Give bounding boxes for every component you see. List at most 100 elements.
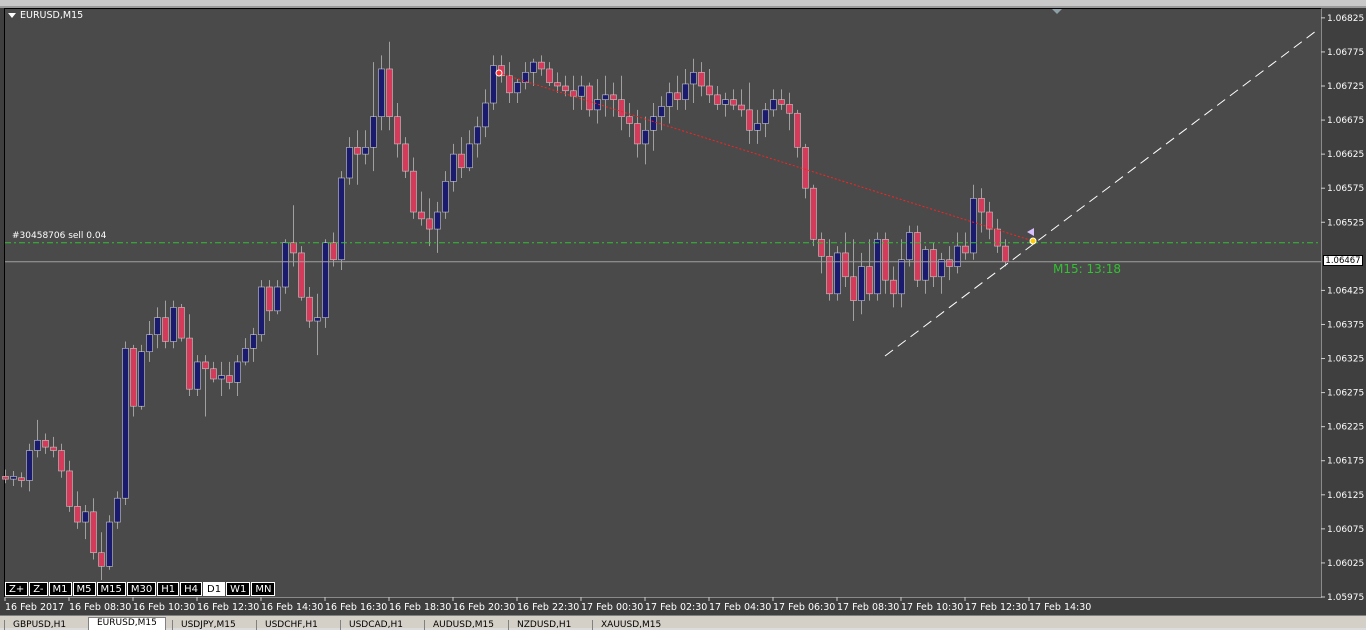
candle-body <box>842 252 849 278</box>
candle <box>154 307 161 349</box>
candlestick-chart[interactable]: 1.06825 1.06775 1.06725 1.06675 1.06625 1.065… <box>0 0 1366 615</box>
chart-window[interactable]: 1.06825 1.06775 1.06725 1.06675 1.06625 1.065… <box>0 0 1366 615</box>
candle-body <box>274 286 281 312</box>
candle-body <box>178 307 185 339</box>
timeframe-button-h1[interactable]: H1 <box>157 582 180 596</box>
candle-body <box>2 476 9 480</box>
timeframe-button-h4[interactable]: H4 <box>180 582 203 596</box>
candle <box>498 55 505 83</box>
candle-body <box>218 375 225 380</box>
timeframe-button-m15[interactable]: M15 <box>96 582 126 596</box>
candle <box>474 116 481 158</box>
order-open-marker[interactable] <box>495 69 503 77</box>
trendline-white[interactable] <box>884 30 1317 357</box>
candle-body <box>682 83 689 100</box>
candle <box>218 361 225 397</box>
candle <box>562 75 569 97</box>
chart-tab[interactable]: USDCAD,H1 <box>340 620 411 630</box>
candle <box>250 327 257 362</box>
candle-body <box>106 521 113 567</box>
candle-body <box>338 177 345 261</box>
candle <box>762 103 769 138</box>
candle-body <box>314 317 321 322</box>
candle <box>394 103 401 158</box>
candle-body <box>874 238 881 295</box>
candle-body <box>922 249 929 281</box>
timeframe-button-mn[interactable]: MN <box>251 582 276 596</box>
order-current-marker[interactable] <box>1029 237 1037 245</box>
timeframe-button-m5[interactable]: M5 <box>72 582 96 596</box>
candle-body <box>434 211 441 230</box>
candle-body <box>442 181 449 213</box>
candle-body <box>754 123 761 131</box>
candle-body <box>34 439 41 451</box>
time-tick-label: 17 Feb 08:30 <box>837 602 899 613</box>
candle <box>618 75 625 131</box>
candle <box>146 321 153 362</box>
candle-body <box>794 112 801 148</box>
timeframe-button-zminus[interactable]: Z- <box>29 582 48 596</box>
candle <box>322 239 329 328</box>
candle-body <box>162 317 169 342</box>
candle-body <box>890 279 897 295</box>
scroll-marker-icon[interactable] <box>1052 9 1062 14</box>
candle-body <box>26 450 33 481</box>
chart-tab[interactable]: GBPUSD,H1 <box>4 620 74 630</box>
candle <box>690 58 697 104</box>
candle <box>794 109 801 158</box>
candle-body <box>450 153 457 182</box>
candle-body <box>618 99 625 117</box>
chart-tab[interactable]: USDCHF,H1 <box>256 620 326 630</box>
candle <box>458 137 465 178</box>
candle <box>866 239 873 301</box>
timeframe-button-m1[interactable]: M1 <box>48 582 72 596</box>
candle-body <box>570 90 577 97</box>
candle <box>178 304 185 342</box>
time-axis: 16 Feb 2017 16 Feb 08:30 16 Feb 10:30 16 Fe… <box>4 597 1091 613</box>
chart-tab[interactable]: XAUUSD,M15 <box>592 620 669 630</box>
trendline-order-history[interactable] <box>498 72 1034 242</box>
candle-body <box>650 116 657 131</box>
price-tick-label: 1.06775 <box>1327 48 1364 58</box>
dropdown-triangle-icon[interactable] <box>8 13 16 18</box>
candle-body <box>146 334 153 353</box>
candle-body <box>282 242 289 288</box>
candle <box>450 143 457 192</box>
time-tick-label: 17 Feb 00:30 <box>581 602 643 613</box>
price-tick-label: 1.05975 <box>1327 593 1364 603</box>
candle <box>850 239 857 322</box>
candle-body <box>994 228 1001 247</box>
candle-body <box>42 439 49 448</box>
candle-body <box>458 153 465 169</box>
candle-body <box>978 198 985 213</box>
candle <box>682 68 689 110</box>
candle-body <box>202 361 209 370</box>
candle-body <box>1002 245 1009 263</box>
candle <box>906 225 913 267</box>
candle <box>298 246 305 301</box>
candle <box>410 157 417 219</box>
chart-tab[interactable]: USDJPY,M15 <box>172 620 244 630</box>
candle <box>914 225 921 287</box>
timeframe-button-m30[interactable]: M30 <box>126 582 157 596</box>
candle-body <box>154 317 161 335</box>
candle-body <box>714 94 721 105</box>
candle <box>266 280 273 322</box>
candle <box>338 171 345 270</box>
chart-tab[interactable]: AUDUSD,M15 <box>424 620 502 630</box>
current-price-label: 1.06467 <box>1323 255 1363 266</box>
candle-body <box>506 75 513 94</box>
candle <box>898 239 905 308</box>
order-label[interactable]: #30458706 sell 0.04 <box>12 231 106 241</box>
candle <box>362 130 369 165</box>
timeframe-button-w1[interactable]: W1 <box>226 582 251 596</box>
timeframe-button-d1[interactable]: D1 <box>203 582 226 596</box>
candle-body <box>602 94 609 100</box>
symbol-label: EURUSD,M15 <box>8 10 83 21</box>
chart-tab[interactable]: EURUSD,M15 <box>88 617 166 630</box>
timeframe-button-zplus[interactable]: Z+ <box>5 582 29 596</box>
candle <box>962 232 969 260</box>
time-tick-label: 17 Feb 12:30 <box>965 602 1027 613</box>
chart-tab[interactable]: NZDUSD,H1 <box>508 620 579 630</box>
candle-body <box>906 232 913 261</box>
